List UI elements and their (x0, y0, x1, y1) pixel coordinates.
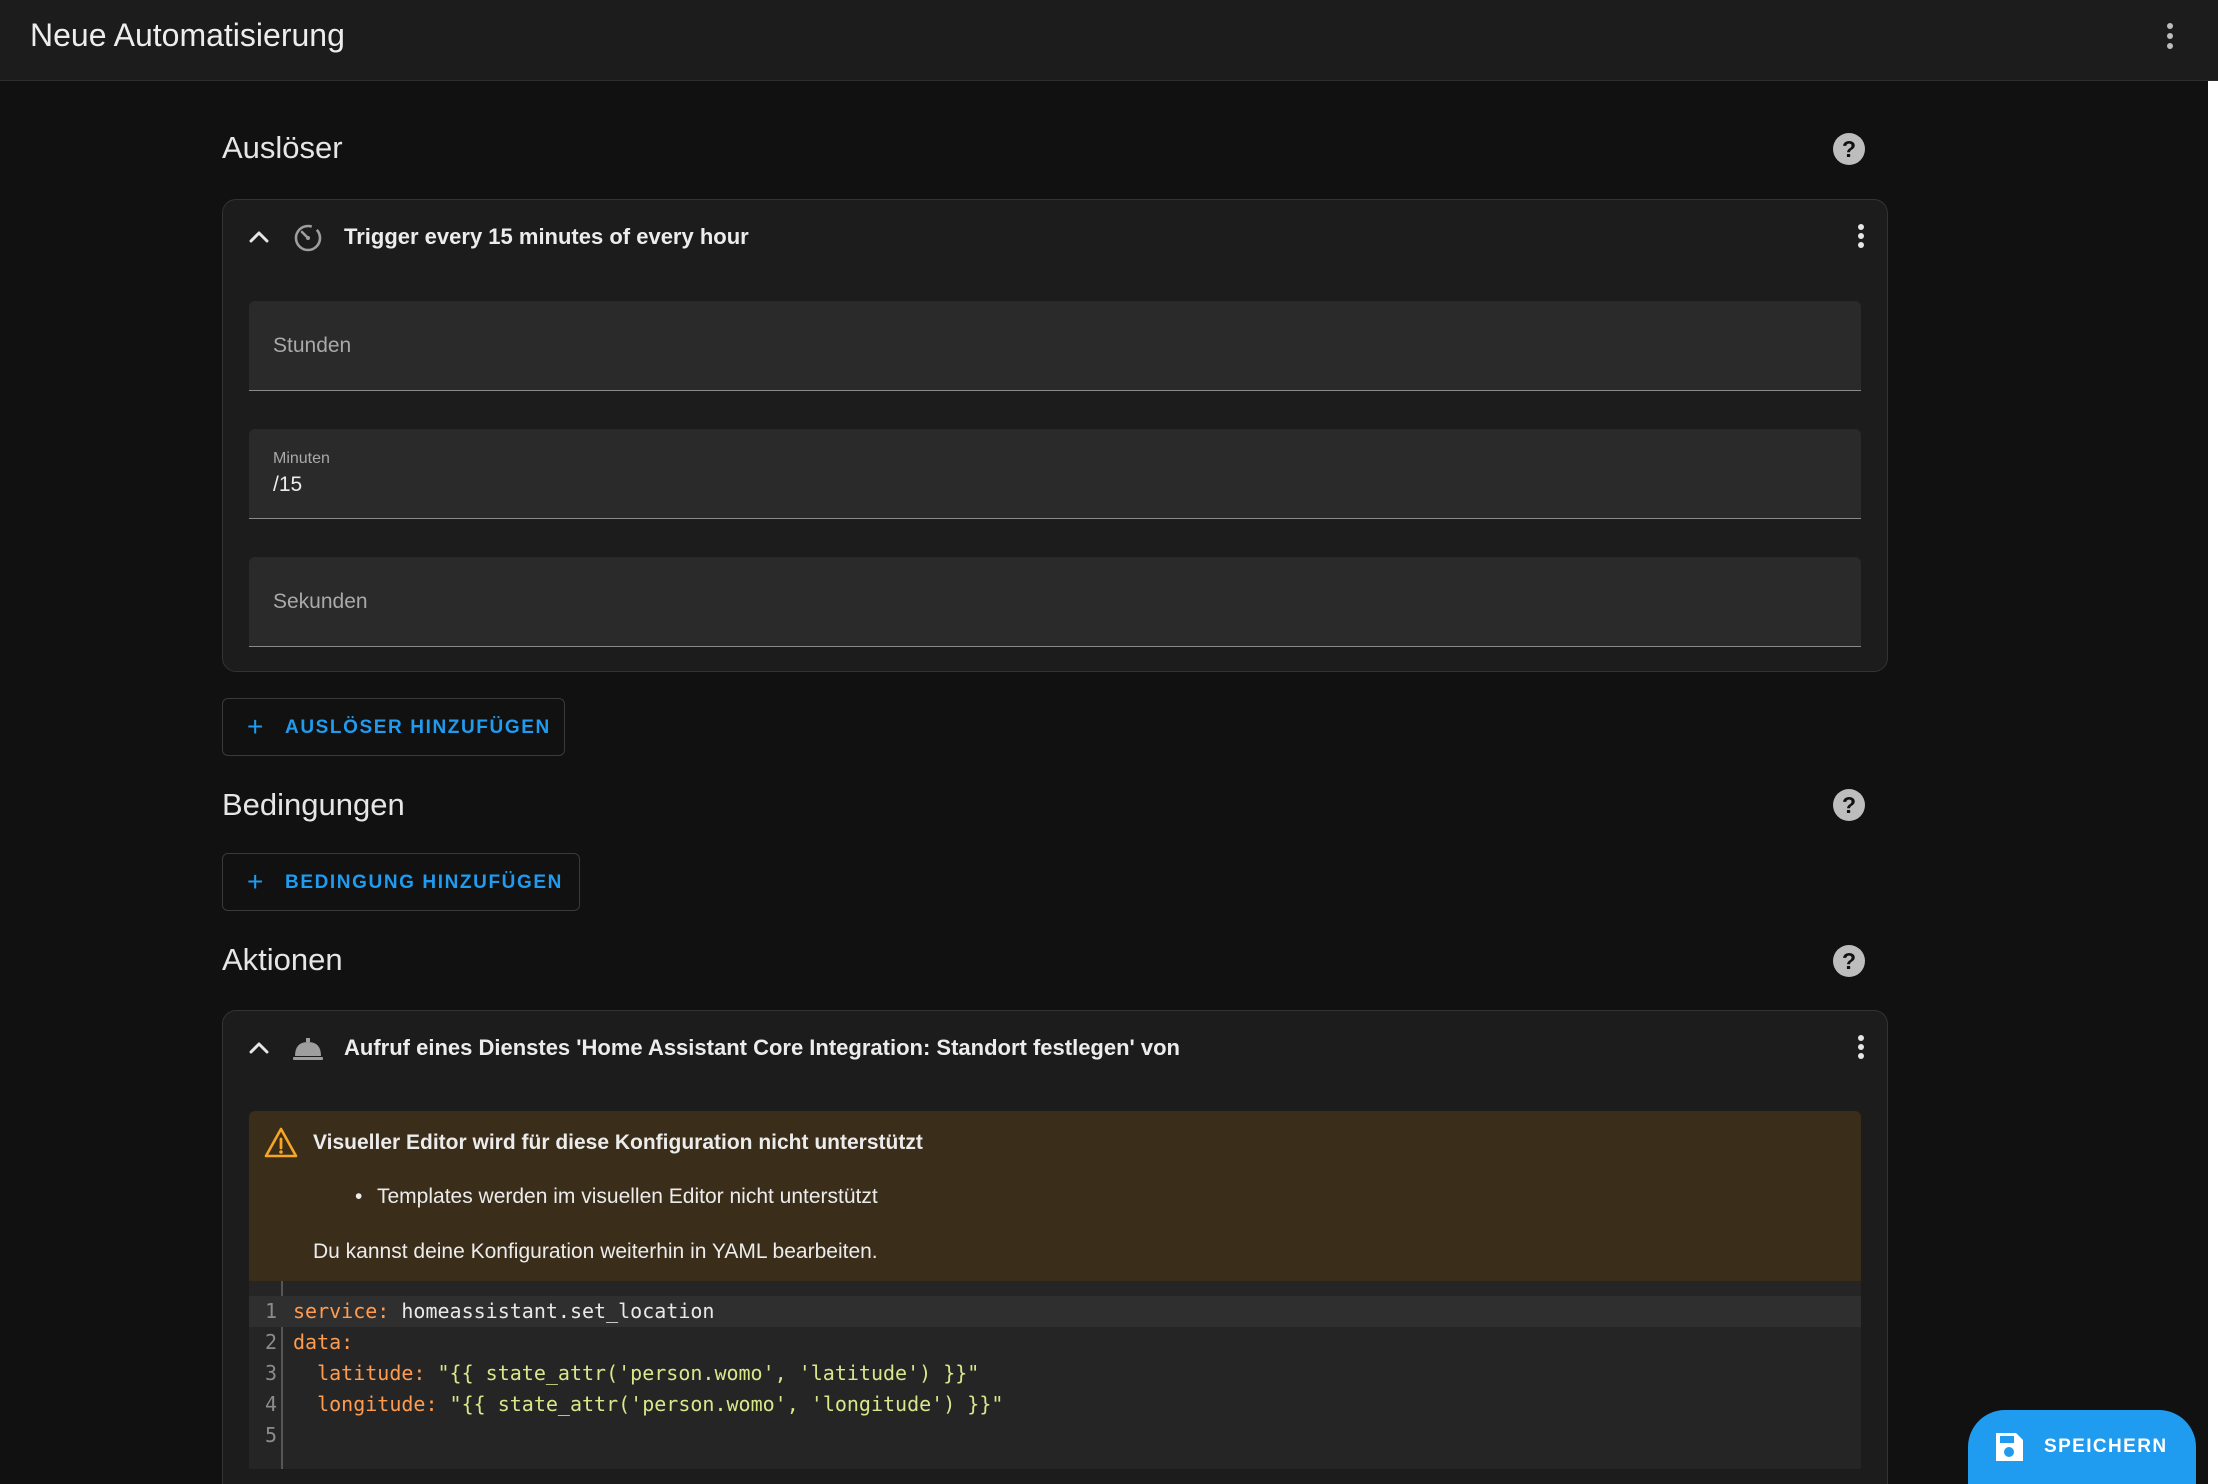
line-number: 3 (264, 1361, 277, 1385)
page-title: Neue Automatisierung (30, 17, 345, 53)
seconds-field[interactable]: Sekunden (249, 557, 1861, 647)
minutes-value: /15 (273, 473, 303, 496)
svg-text:?: ? (1842, 792, 1856, 818)
trigger-card: Trigger every 15 minutes of every hour S… (222, 199, 1888, 672)
yaml-key: service: (293, 1299, 390, 1323)
top-app-bar: Neue Automatisierung (0, 0, 2218, 81)
yaml-value: homeassistant.set_location (389, 1299, 715, 1323)
warning-note: Du kannst deine Konfiguration weiterhin … (313, 1240, 878, 1263)
timer-icon (291, 220, 325, 254)
yaml-key: longitude: (293, 1392, 438, 1416)
triggers-help-icon[interactable]: ? (1831, 131, 1867, 167)
yaml-code-editor[interactable]: 1 service: homeassistant.set_location 2 … (249, 1281, 1861, 1469)
warning-icon (263, 1125, 299, 1161)
conditions-help-icon[interactable]: ? (1831, 787, 1867, 823)
plus-icon: + (247, 866, 265, 897)
chevron-up-icon[interactable] (243, 220, 275, 252)
code-line: 4 longitude: "{{ state_attr('person.womo… (249, 1389, 1861, 1420)
minutes-label: Minuten (273, 450, 330, 467)
triggers-heading: Auslöser (222, 130, 343, 165)
plus-icon: + (247, 711, 265, 742)
actions-heading: Aktionen (222, 942, 343, 977)
line-number: 2 (264, 1330, 277, 1354)
add-condition-label: BEDINGUNG HINZUFÜGEN (285, 872, 563, 893)
visual-editor-warning: Visueller Editor wird für diese Konfigur… (249, 1111, 1861, 1281)
actions-help-icon[interactable]: ? (1831, 943, 1867, 979)
chevron-up-icon[interactable] (243, 1031, 275, 1063)
yaml-value: "{{ state_attr('person.womo', 'longitude… (437, 1392, 1004, 1416)
warning-title: Visueller Editor wird für diese Konfigur… (313, 1131, 923, 1154)
trigger-card-title: Trigger every 15 minutes of every hour (344, 224, 749, 249)
add-trigger-label: AUSLÖSER HINZUFÜGEN (285, 717, 551, 738)
overflow-menu-icon[interactable] (2150, 16, 2190, 56)
line-number: 5 (264, 1423, 277, 1447)
scrollbar[interactable] (2208, 81, 2218, 1484)
yaml-key: data: (293, 1330, 354, 1354)
code-line: 5 (249, 1420, 1861, 1451)
action-card-header[interactable]: Aufruf eines Dienstes 'Home Assistant Co… (223, 1011, 1887, 1085)
add-trigger-button[interactable]: + AUSLÖSER HINZUFÜGEN (222, 698, 565, 756)
action-menu-icon[interactable] (1843, 1029, 1879, 1065)
yaml-value: "{{ state_attr('person.womo', 'latitude'… (425, 1361, 980, 1385)
code-line: 1 service: homeassistant.set_location (249, 1296, 1861, 1327)
save-button[interactable]: SPEICHERN (1968, 1410, 2196, 1484)
hours-field[interactable]: Stunden (249, 301, 1861, 391)
line-number: 4 (264, 1392, 277, 1416)
conditions-heading: Bedingungen (222, 787, 405, 822)
service-bell-icon (291, 1031, 325, 1065)
warning-bullet: Templates werden im visuellen Editor nic… (355, 1183, 878, 1211)
code-line: 3 latitude: "{{ state_attr('person.womo'… (249, 1358, 1861, 1389)
action-card-title: Aufruf eines Dienstes 'Home Assistant Co… (344, 1035, 1180, 1060)
floppy-disk-icon (1992, 1430, 2026, 1464)
trigger-menu-icon[interactable] (1843, 218, 1879, 254)
minutes-field[interactable]: Minuten /15 (249, 429, 1861, 519)
trigger-card-header[interactable]: Trigger every 15 minutes of every hour (223, 200, 1887, 274)
yaml-key: latitude: (293, 1361, 426, 1385)
hours-label: Stunden (273, 334, 352, 357)
svg-text:?: ? (1842, 948, 1856, 974)
svg-text:?: ? (1842, 136, 1856, 162)
seconds-label: Sekunden (273, 590, 368, 613)
action-card: Aufruf eines Dienstes 'Home Assistant Co… (222, 1010, 1888, 1484)
save-label: SPEICHERN (2044, 1436, 2168, 1457)
add-condition-button[interactable]: + BEDINGUNG HINZUFÜGEN (222, 853, 580, 911)
line-number: 1 (264, 1299, 277, 1323)
code-line: 2 data: (249, 1327, 1861, 1358)
